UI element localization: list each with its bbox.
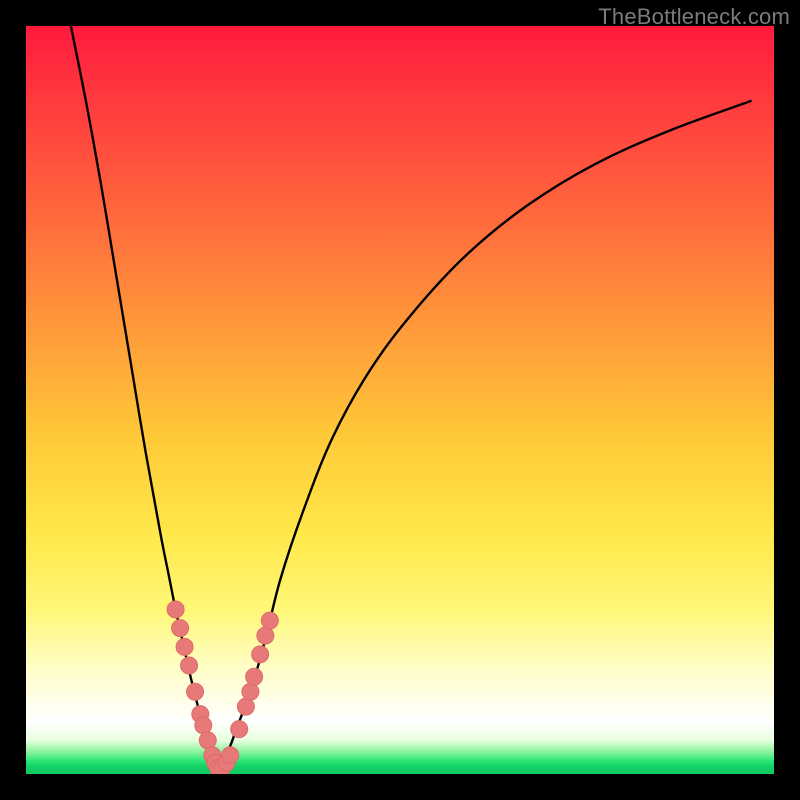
- data-marker: [167, 601, 184, 618]
- watermark-text: TheBottleneck.com: [598, 4, 790, 30]
- data-marker: [261, 612, 278, 629]
- data-marker: [195, 717, 212, 734]
- data-marker: [199, 732, 216, 749]
- plot-area: [26, 26, 774, 774]
- data-marker: [176, 638, 193, 655]
- data-marker: [231, 721, 248, 738]
- outer-frame: TheBottleneck.com: [0, 0, 800, 800]
- data-marker: [222, 747, 239, 764]
- data-marker: [252, 646, 269, 663]
- data-marker: [237, 698, 254, 715]
- data-marker: [257, 627, 274, 644]
- marker-group: [167, 601, 278, 774]
- curve-left-branch: [71, 26, 218, 770]
- chart-svg: [26, 26, 774, 774]
- data-marker: [187, 683, 204, 700]
- curve-right-branch: [218, 101, 751, 770]
- data-marker: [246, 668, 263, 685]
- data-marker: [172, 620, 189, 637]
- data-marker: [242, 683, 259, 700]
- data-marker: [181, 657, 198, 674]
